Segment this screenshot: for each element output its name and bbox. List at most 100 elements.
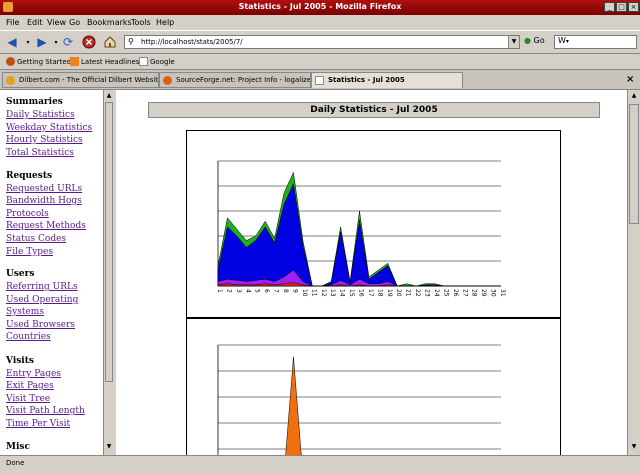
x-tick-label: 4 [244,289,251,293]
x-tick-label: 19 [386,289,393,297]
minimize-button[interactable]: _ [604,2,615,12]
bookmark-latest-headlines[interactable]: Latest Headlines [70,57,139,66]
sidebar-link-entry-pages[interactable]: Entry Pages [6,369,61,379]
status-bar: Done [0,455,640,474]
sidebar-link-weekday-statistics[interactable]: Weekday Statistics [6,123,92,133]
x-tick-label: 24 [433,289,440,297]
sidebar-nav: Summaries Daily Statistics Weekday Stati… [0,90,114,455]
sidebar-link-hourly-statistics[interactable]: Hourly Statistics [6,135,83,145]
url-text: http://localhost/stats/2005/7/ [141,38,243,46]
x-tick-label: 20 [395,289,402,297]
x-tick-label: 27 [461,289,468,297]
daily-statistics-chart: 1 2 3 4 5 6 7 8 9 10 11 12 13 14 15 16 17 18 19 20 21 22 23 24 2… [186,130,561,318]
url-input[interactable]: ⚲ http://localhost/stats/2005/7/ ▼ [124,35,520,49]
sidebar-heading-summaries: Summaries [6,97,63,107]
x-tick-label: 12 [320,289,327,297]
menu-help[interactable]: Help [156,18,174,27]
x-tick-label: 7 [273,289,280,293]
daily-chart-svg: 1 2 3 4 5 6 7 8 9 10 11 12 13 14 15 16 17 18 19 20 21 22 23 24 2… [216,160,506,297]
sidebar-link-referring-urls[interactable]: Referring URLs [6,282,78,292]
maximize-button[interactable]: □ [616,2,627,12]
menu-view[interactable]: View [47,18,66,27]
sidebar-scroll-thumb[interactable] [105,102,113,382]
go-label: Go [533,36,545,45]
close-tab-icon[interactable]: × [626,74,634,85]
sidebar-link-daily-statistics[interactable]: Daily Statistics [6,110,75,120]
tab-dilbert[interactable]: Dilbert.com - The Official Dilbert Websi… [2,72,159,88]
home-icon[interactable] [102,35,118,49]
sidebar-link-visit-path-length[interactable]: Visit Path Length [6,406,85,416]
page-icon [315,76,324,85]
main-scroll-up-icon[interactable]: ▲ [630,91,638,101]
sidebar-heading-misc: Misc [6,442,30,452]
back-arrow-icon[interactable]: ◀ [4,35,20,49]
sidebar-link-used-operating-systems[interactable]: Used Operating [6,295,78,305]
scroll-up-icon[interactable]: ▲ [105,91,113,101]
x-tick-label: 31 [499,289,506,297]
tab-sourceforge[interactable]: SourceForge.net: Project Info - logalize… [159,72,311,88]
rss-icon [70,57,79,66]
second-chart-svg [217,344,501,455]
menubar: File Edit View Go Bookmarks Tools Help [0,15,640,30]
x-tick-label: 30 [490,289,497,297]
x-tick-label: 28 [471,289,478,297]
dilbert-icon [6,76,15,85]
sidebar-scrollbar[interactable]: ▲ ▼ [103,90,114,455]
x-tick-label: 23 [424,289,431,297]
sidebar-link-file-types[interactable]: File Types [6,247,53,257]
close-window-button[interactable]: × [628,2,639,12]
menu-file[interactable]: File [6,18,19,27]
sidebar-link-bandwidth-hogs[interactable]: Bandwidth Hogs [6,196,82,206]
x-tick-label: 1 [216,289,223,293]
x-tick-label: 8 [282,289,289,293]
x-tick-label: 15 [348,289,355,297]
window-title: Statistics - Jul 2005 - Mozilla Firefox [238,2,402,11]
sidebar-link-protocols[interactable]: Protocols [6,209,49,219]
page-title: Daily Statistics - Jul 2005 [148,102,600,118]
menu-edit[interactable]: Edit [27,18,43,27]
menu-tools[interactable]: Tools [131,18,151,27]
sidebar-link-used-operating-systems-2[interactable]: Systems [6,307,44,317]
google-icon [139,57,148,66]
status-text: Done [6,459,25,467]
x-tick-label: 6 [263,289,270,293]
menu-bookmarks[interactable]: Bookmarks [87,18,132,27]
sidebar-link-time-per-visit[interactable]: Time Per Visit [6,419,70,429]
url-dropdown-icon[interactable]: ▼ [508,36,519,48]
bookmark-getting-started[interactable]: Getting Started [6,57,71,66]
sidebar-link-request-methods[interactable]: Request Methods [6,221,86,231]
main-scroll-thumb[interactable] [629,104,639,224]
go-button[interactable]: ● Go [524,36,545,45]
sidebar-heading-visits: Visits [6,356,34,366]
series-area-1 [217,182,501,287]
sidebar-link-exit-pages[interactable]: Exit Pages [6,381,54,391]
series-area-0 [285,356,302,455]
x-tick-label: 22 [414,289,421,297]
sidebar-link-requested-urls[interactable]: Requested URLs [6,184,82,194]
x-tick-label: 5 [254,289,261,293]
x-tick-label: 18 [376,289,383,297]
scroll-down-icon[interactable]: ▼ [105,442,113,452]
tab-statistics[interactable]: Statistics - Jul 2005 [311,72,463,88]
sidebar-link-visit-tree[interactable]: Visit Tree [6,394,50,404]
bookmark-google[interactable]: Google [139,57,175,66]
sidebar-heading-requests: Requests [6,171,53,181]
sidebar-link-used-browsers[interactable]: Used Browsers [6,320,75,330]
search-input[interactable]: W▾ [554,35,637,49]
sidebar-link-countries[interactable]: Countries [6,332,51,342]
stop-icon[interactable] [81,35,97,49]
menu-go[interactable]: Go [69,18,80,27]
x-tick-label: 29 [480,289,487,297]
search-engine-icon: W [558,36,566,45]
reload-icon[interactable]: ⟳ [60,35,76,49]
sidebar-link-status-codes[interactable]: Status Codes [6,234,66,244]
x-tick-label: 25 [442,289,449,297]
page-icon: ⚲ [128,37,134,46]
sidebar-link-total-statistics[interactable]: Total Statistics [6,148,74,158]
x-tick-label: 21 [405,289,412,297]
go-arrow-icon: ● [524,36,531,45]
main-scrollbar[interactable]: ▲ ▼ [627,90,640,455]
navigation-toolbar: ◀ ▾ ▶ ▾ ⟳ ⚲ http://localhost/stats/2005/… [0,30,640,54]
sidebar-heading-users: Users [6,269,35,279]
main-scroll-down-icon[interactable]: ▼ [630,442,638,452]
